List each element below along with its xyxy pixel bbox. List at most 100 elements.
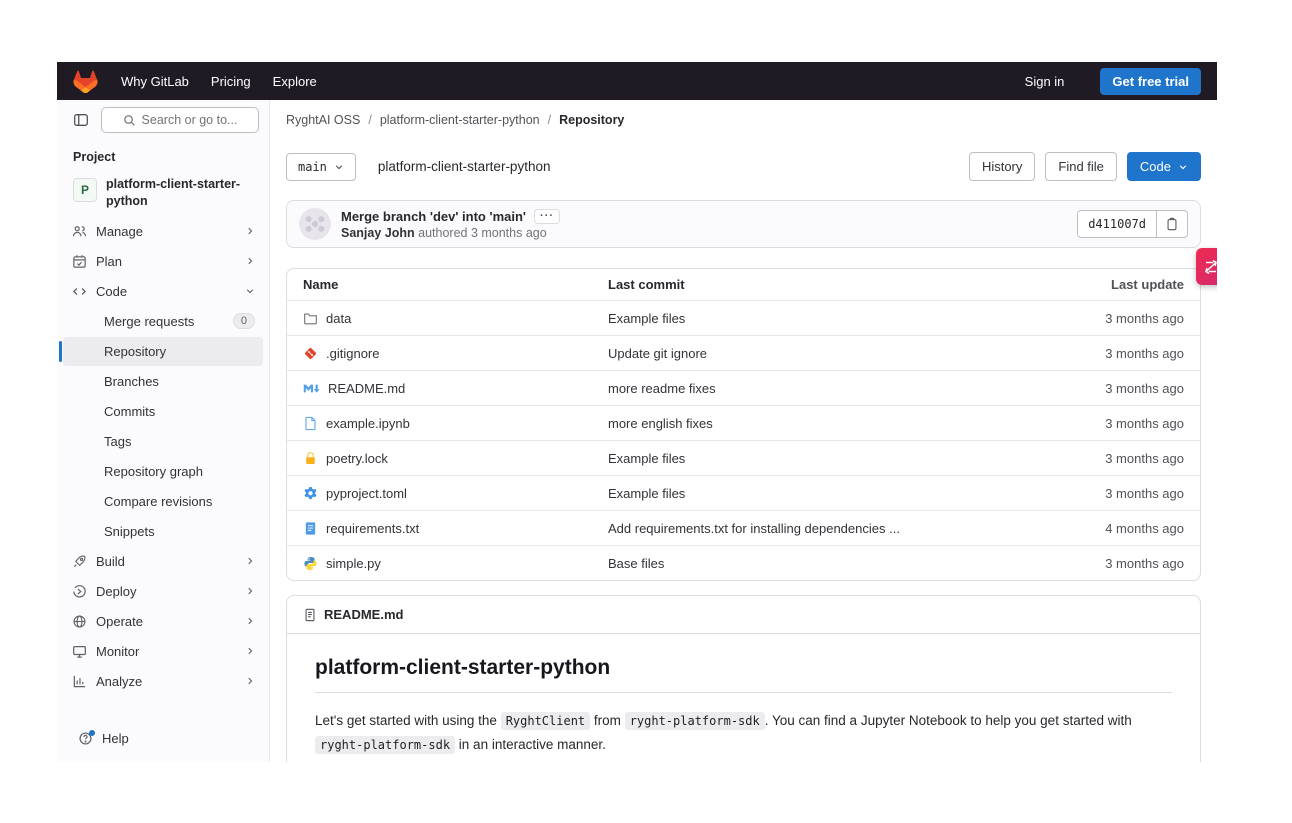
col-last-update: Last update xyxy=(1054,277,1184,292)
nav-link-pricing[interactable]: Pricing xyxy=(211,74,251,89)
search-placeholder: Search or go to... xyxy=(142,113,238,127)
last-update-cell: 3 months ago xyxy=(1054,486,1184,501)
readme-card: README.md platform-client-starter-python… xyxy=(286,595,1201,762)
chevron-right-icon xyxy=(245,586,255,596)
commit-message-link[interactable]: Example files xyxy=(608,451,1054,466)
last-update-cell: 3 months ago xyxy=(1054,346,1184,361)
breadcrumb: RyghtAI OSS / platform-client-starter-py… xyxy=(270,100,1217,140)
chart-icon xyxy=(71,673,87,689)
col-name: Name xyxy=(303,277,608,292)
nav-link-explore[interactable]: Explore xyxy=(273,74,317,89)
sidebar-item-operate[interactable]: Operate xyxy=(63,607,263,636)
sidebar-item-help[interactable]: Help xyxy=(69,724,257,753)
deploy-icon xyxy=(71,583,87,599)
file-link[interactable]: .gitignore xyxy=(303,346,608,361)
sidebar-section-label: Project xyxy=(57,140,269,170)
text-file-icon xyxy=(303,521,318,536)
collapse-sidebar-icon[interactable] xyxy=(71,110,91,130)
calendar-icon xyxy=(71,253,87,269)
sidebar-item-code[interactable]: Code xyxy=(63,277,263,306)
commit-title[interactable]: Merge branch 'dev' into 'main' xyxy=(341,209,526,224)
sidebar-item-compare-revisions[interactable]: Compare revisions xyxy=(63,487,263,516)
sidebar-item-commits[interactable]: Commits xyxy=(63,397,263,426)
sidebar-item-repository-graph[interactable]: Repository graph xyxy=(63,457,263,486)
commit-message-link[interactable]: Add requirements.txt for installing depe… xyxy=(608,521,1054,536)
chevron-down-icon xyxy=(1178,162,1188,172)
copy-sha-button[interactable] xyxy=(1156,211,1187,237)
find-file-button[interactable]: Find file xyxy=(1045,152,1117,181)
table-row: example.ipynb more english fixes 3 month… xyxy=(287,405,1200,440)
notebook-file-icon xyxy=(303,416,318,431)
branch-selector[interactable]: main xyxy=(286,153,356,181)
users-icon xyxy=(71,223,87,239)
sidebar-item-analyze[interactable]: Analyze xyxy=(63,667,263,696)
breadcrumb-group[interactable]: RyghtAI OSS xyxy=(286,113,360,127)
file-link[interactable]: example.ipynb xyxy=(303,416,608,431)
sidebar-item-build[interactable]: Build xyxy=(63,547,263,576)
chevron-down-icon xyxy=(334,162,344,172)
sidebar-item-snippets[interactable]: Snippets xyxy=(63,517,263,546)
last-update-cell: 3 months ago xyxy=(1054,416,1184,431)
commit-sha-group: d411007d xyxy=(1077,210,1188,238)
sidebar-item-deploy[interactable]: Deploy xyxy=(63,577,263,606)
file-link[interactable]: simple.py xyxy=(303,556,608,571)
sidebar-item-tags[interactable]: Tags xyxy=(63,427,263,456)
commit-author[interactable]: Sanjay John xyxy=(341,226,415,240)
sidebar-item-merge-requests[interactable]: Merge requests 0 xyxy=(63,307,263,336)
sign-in-link[interactable]: Sign in xyxy=(1025,74,1065,89)
chevron-down-icon xyxy=(245,286,255,296)
inline-code: ryght-platform-sdk xyxy=(315,736,455,754)
code-dropdown-button[interactable]: Code xyxy=(1127,152,1201,181)
sidebar-item-manage[interactable]: Manage xyxy=(63,217,263,246)
search-input[interactable]: Search or go to... xyxy=(101,107,259,133)
readme-title: platform-client-starter-python xyxy=(315,656,1172,693)
readme-file-header[interactable]: README.md xyxy=(287,596,1200,634)
chevron-right-icon xyxy=(245,226,255,236)
table-row: simple.py Base files 3 months ago xyxy=(287,545,1200,580)
commit-expand-button[interactable]: ··· xyxy=(534,209,560,224)
help-icon xyxy=(77,731,93,747)
screen-capture-extension-badge[interactable] xyxy=(1196,248,1217,285)
sidebar-project-item[interactable]: P platform-client-starter-python xyxy=(63,170,263,216)
file-link[interactable]: requirements.txt xyxy=(303,521,608,536)
notification-dot xyxy=(89,730,95,736)
breadcrumb-project[interactable]: platform-client-starter-python xyxy=(380,113,540,127)
file-link[interactable]: README.md xyxy=(303,381,608,396)
get-free-trial-button[interactable]: Get free trial xyxy=(1100,68,1201,95)
project-avatar: P xyxy=(73,178,97,202)
markdown-icon xyxy=(303,382,320,395)
commit-authored-time: authored 3 months ago xyxy=(418,226,547,240)
commit-message-link[interactable]: Example files xyxy=(608,486,1054,501)
sidebar-item-repository[interactable]: Repository xyxy=(63,337,263,366)
file-link[interactable]: poetry.lock xyxy=(303,451,608,466)
sidebar-item-branches[interactable]: Branches xyxy=(63,367,263,396)
history-button[interactable]: History xyxy=(969,152,1035,181)
commit-message-link[interactable]: more readme fixes xyxy=(608,381,1054,396)
table-row: pyproject.toml Example files 3 months ag… xyxy=(287,475,1200,510)
merge-requests-count-badge: 0 xyxy=(233,313,255,329)
last-update-cell: 3 months ago xyxy=(1054,311,1184,326)
table-row: README.md more readme fixes 3 months ago xyxy=(287,370,1200,405)
commit-author-avatar[interactable] xyxy=(299,208,331,240)
chevron-right-icon xyxy=(245,556,255,566)
file-link[interactable]: pyproject.toml xyxy=(303,486,608,501)
chevron-right-icon xyxy=(245,256,255,266)
file-link[interactable]: data xyxy=(303,311,608,326)
chevron-right-icon xyxy=(245,676,255,686)
nav-link-why-gitlab[interactable]: Why GitLab xyxy=(121,74,189,89)
last-update-cell: 3 months ago xyxy=(1054,451,1184,466)
commit-message-link[interactable]: more english fixes xyxy=(608,416,1054,431)
inline-code: RyghtClient xyxy=(501,712,590,730)
breadcrumb-current: Repository xyxy=(559,113,624,127)
last-commit-card: Merge branch 'dev' into 'main' ··· Sanja… xyxy=(286,200,1201,248)
table-row: requirements.txt Add requirements.txt fo… xyxy=(287,510,1200,545)
gitlab-logo-icon[interactable] xyxy=(73,69,99,93)
git-icon xyxy=(303,346,318,361)
commit-message-link[interactable]: Base files xyxy=(608,556,1054,571)
z-arrow-icon xyxy=(1202,258,1217,276)
sidebar-item-plan[interactable]: Plan xyxy=(63,247,263,276)
commit-message-link[interactable]: Update git ignore xyxy=(608,346,1054,361)
commit-message-link[interactable]: Example files xyxy=(608,311,1054,326)
sidebar-item-monitor[interactable]: Monitor xyxy=(63,637,263,666)
project-name: platform-client-starter-python xyxy=(106,176,253,210)
